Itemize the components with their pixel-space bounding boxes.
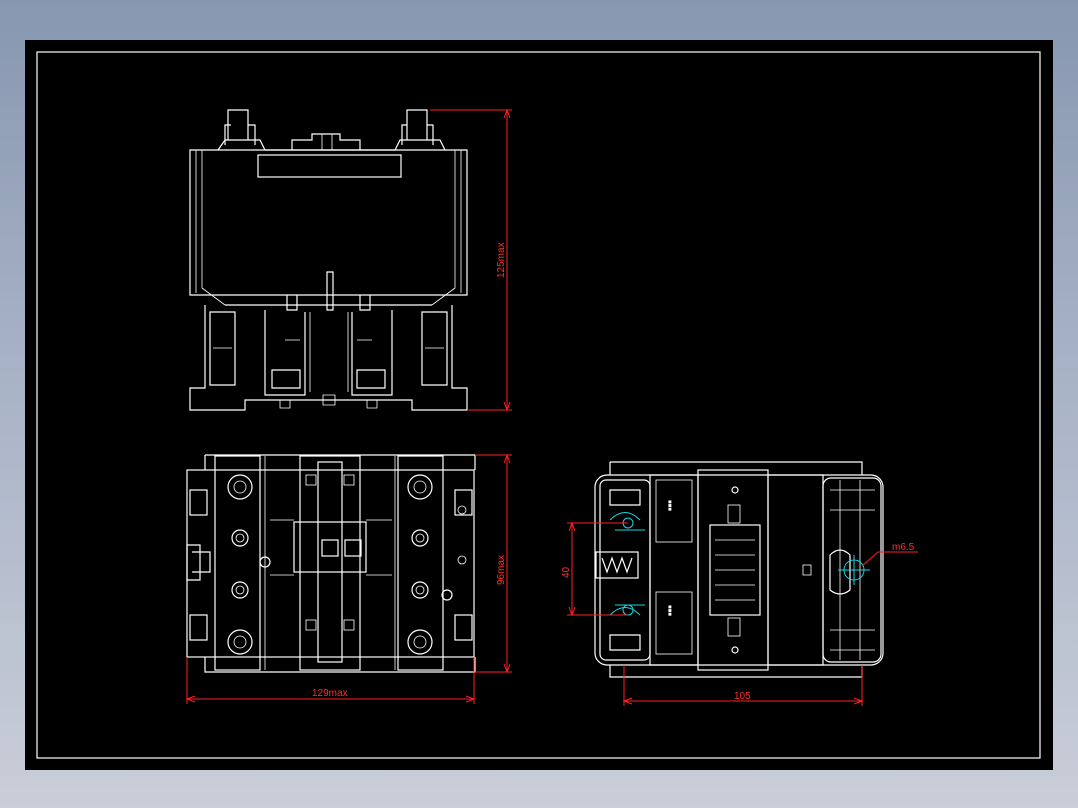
hole-diameter-dimension: m6.5 (861, 542, 918, 567)
svg-text:■■■: ■■■ (666, 500, 672, 511)
front-elevation-view (189, 109, 468, 411)
height-mid-label: 96max (496, 555, 507, 585)
width-dimension: 129max (185, 657, 476, 704)
drawing-canvas: 125max 96max 129max ■■■ ■■■ 40 105 m6.5 (25, 40, 1053, 770)
base-mounting-view: ■■■ ■■■ (594, 461, 884, 678)
height-top-label: 125max (496, 242, 507, 278)
height-dimension-mid: 96max (475, 453, 512, 674)
depth-dimension: 105 (622, 665, 864, 706)
depth-label: 105 (734, 691, 751, 702)
height-dimension-top: 125max (430, 108, 512, 412)
hole-diameter-label: m6.5 (892, 542, 915, 553)
top-plan-view (186, 454, 476, 673)
cad-drawing: 125max 96max 129max ■■■ ■■■ 40 105 m6.5 (36, 51, 1041, 759)
hole-spacing-label: 40 (561, 566, 572, 578)
width-label: 129max (312, 688, 348, 699)
svg-text:■■■: ■■■ (666, 605, 672, 616)
